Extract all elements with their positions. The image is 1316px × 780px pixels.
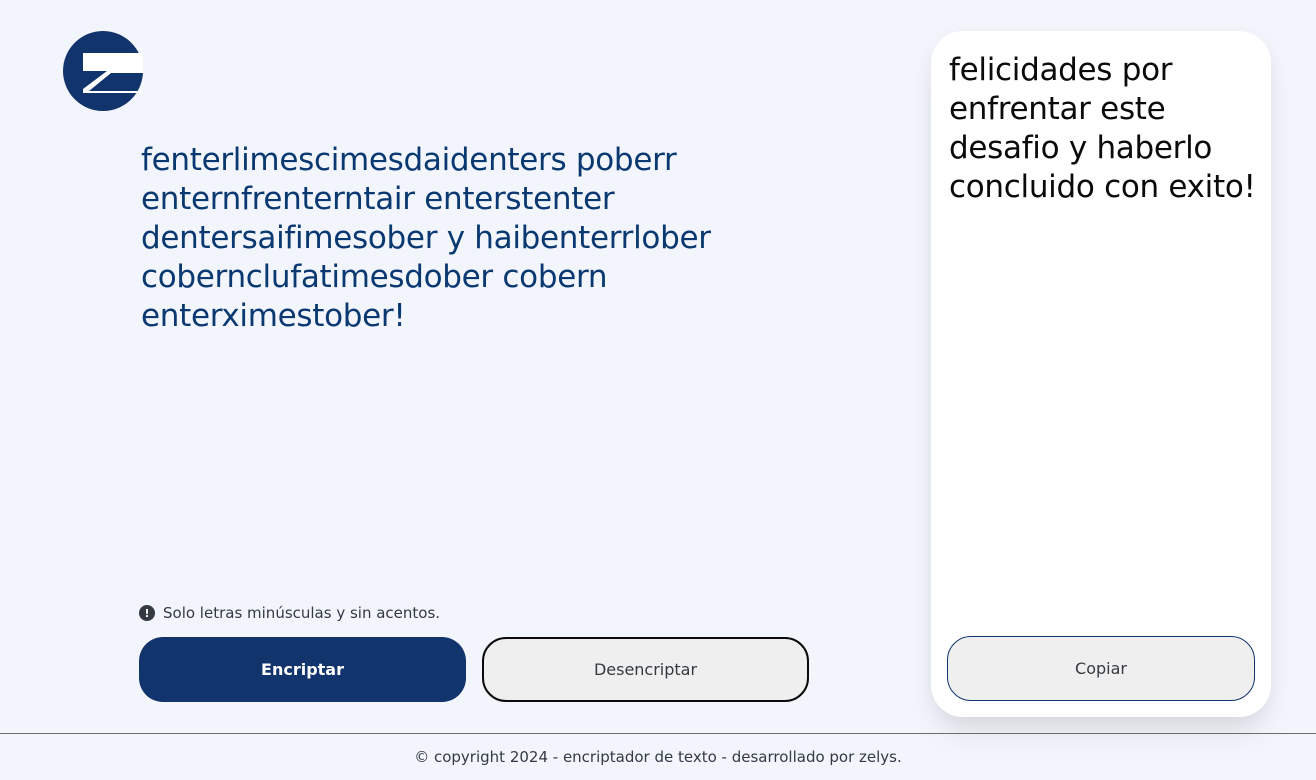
footer-text: © copyright 2024 - encriptador de texto … [414,748,902,766]
encrypt-button[interactable]: Encriptar [139,637,466,702]
output-panel: felicidades por enfrentar este desafio y… [931,31,1271,717]
text-input[interactable] [141,141,741,581]
output-text: felicidades por enfrentar este desafio y… [949,52,1256,205]
hint-text: Solo letras minúsculas y sin acentos. [163,604,441,622]
footer-divider [0,733,1316,734]
exclamation-circle-icon: ! [139,605,155,621]
input-hint: ! Solo letras minúsculas y sin acentos. [139,603,440,623]
copy-button[interactable]: Copiar [947,636,1255,701]
z-logo-icon [63,31,143,111]
decrypt-button[interactable]: Desencriptar [482,637,809,702]
